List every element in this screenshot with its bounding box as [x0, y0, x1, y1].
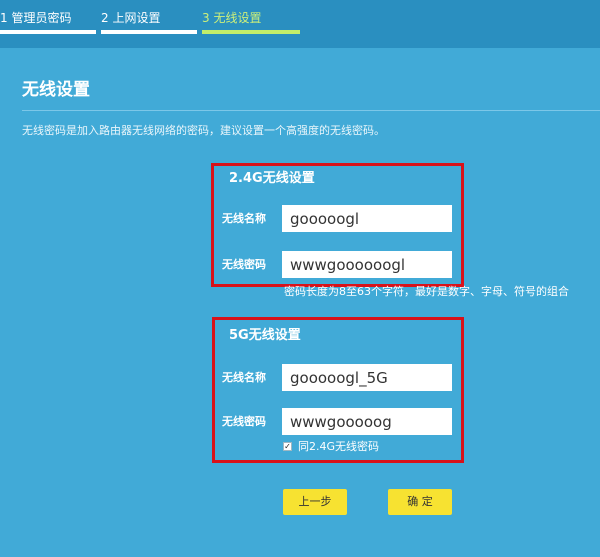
wifi-24g-section-title: 2.4G无线设置: [229, 171, 315, 186]
title-divider: [22, 110, 600, 111]
password-rule-note: 密码长度为8至63个字符，最好是数字、字母、符号的组合: [284, 285, 569, 298]
step-progress-bar-2: [101, 30, 197, 34]
wifi-24g-name-label: 无线名称: [222, 212, 266, 225]
step-admin-password[interactable]: 1 管理员密码: [0, 10, 71, 26]
wifi-24g-password-label: 无线密码: [222, 258, 266, 271]
step-progress-bar-1: [0, 30, 96, 34]
wifi-24g-password-input[interactable]: [282, 251, 452, 278]
wireless-password-hint: 无线密码是加入路由器无线网络的密码，建议设置一个高强度的无线密码。: [22, 124, 385, 137]
wifi-5g-password-label: 无线密码: [222, 415, 266, 428]
page-title: 无线设置: [22, 80, 90, 100]
step-progress-bar-3-active: [202, 30, 300, 34]
step-internet-settings[interactable]: 2 上网设置: [101, 10, 160, 26]
previous-step-button[interactable]: 上一步: [283, 489, 347, 515]
wifi-5g-name-label: 无线名称: [222, 371, 266, 384]
wifi-5g-password-input[interactable]: [282, 408, 452, 435]
same-password-checkbox[interactable]: ✓: [283, 442, 292, 451]
same-password-label[interactable]: 同2.4G无线密码: [298, 440, 379, 453]
wifi-24g-name-input[interactable]: [282, 205, 452, 232]
confirm-button[interactable]: 确 定: [388, 489, 452, 515]
step-wireless-settings[interactable]: 3 无线设置: [202, 10, 261, 26]
wifi-5g-section-title: 5G无线设置: [229, 328, 301, 343]
wifi-5g-name-input[interactable]: [282, 364, 452, 391]
wizard-step-bar: 1 管理员密码 2 上网设置 3 无线设置: [0, 0, 600, 48]
